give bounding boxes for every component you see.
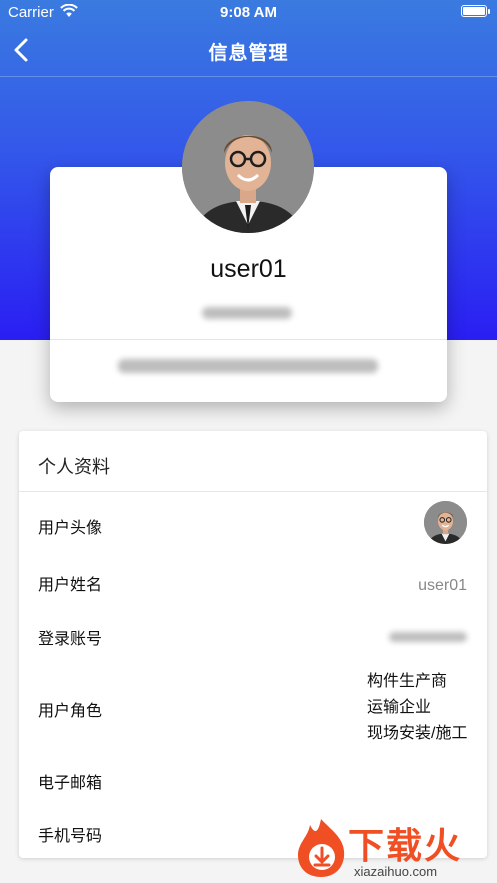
avatar-row-label: 用户头像 xyxy=(38,520,103,537)
role-row-label: 用户角色 xyxy=(38,703,103,720)
status-bar: Carrier 9:08 AM xyxy=(0,0,497,26)
account-row-value-redacted xyxy=(389,632,467,642)
watermark: 下载火 xiazaihuo.com xyxy=(292,815,497,883)
profile-divider xyxy=(50,339,447,340)
page-title: 信息管理 xyxy=(208,43,289,64)
battery-icon xyxy=(461,5,487,17)
flame-logo-icon xyxy=(298,819,345,877)
account-row-label: 登录账号 xyxy=(38,631,103,648)
role-item: 现场安装/施工 xyxy=(367,725,468,742)
profile-username: user01 xyxy=(210,255,287,283)
watermark-url: xiazaihuo.com xyxy=(354,864,438,879)
profile-avatar[interactable] xyxy=(182,101,314,233)
avatar-row-thumbnail[interactable] xyxy=(424,501,467,544)
phone-row-label: 手机号码 xyxy=(38,828,103,845)
role-list: 构件生产商 运输企业 现场安装/施工 xyxy=(367,669,467,747)
profile-detail-redacted xyxy=(118,359,378,373)
profile-account-redacted xyxy=(202,307,292,319)
section-header: 个人资料 xyxy=(19,431,487,492)
battery-tip xyxy=(488,9,490,14)
role-item: 构件生产商 xyxy=(367,673,448,690)
avatar-thumbnail-photo xyxy=(424,501,467,544)
clock: 9:08 AM xyxy=(220,4,277,21)
watermark-brand: 下载火 xyxy=(348,825,463,866)
section-title: 个人资料 xyxy=(38,457,110,477)
avatar-photo xyxy=(182,101,314,233)
profile-info-card: 个人资料 用户头像 用户姓名 user01 登录账号 用户角色 构件生产商 运输… xyxy=(19,431,487,858)
navigation-bar: 信息管理 xyxy=(0,26,497,77)
email-row-label: 电子邮箱 xyxy=(38,775,103,792)
name-row-label: 用户姓名 xyxy=(38,577,103,594)
name-row-value: user01 xyxy=(418,577,467,594)
role-item: 运输企业 xyxy=(367,699,432,716)
